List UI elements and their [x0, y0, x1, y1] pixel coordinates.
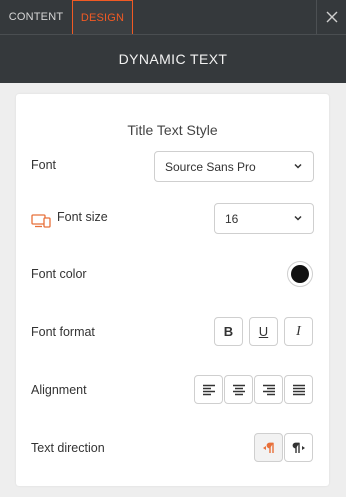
text-direction-label: Text direction: [31, 441, 105, 455]
font-label: Font: [31, 158, 57, 172]
font-size-value: 16: [225, 211, 239, 226]
close-button[interactable]: [316, 0, 346, 34]
text-direction-ltr-icon: [292, 442, 305, 453]
align-left-button[interactable]: [194, 375, 223, 404]
design-panel: CONTENT DESIGN DYNAMIC TEXT Title Text S…: [0, 0, 346, 497]
chevron-down-icon: [294, 215, 302, 221]
direction-rtl-button[interactable]: [254, 433, 283, 462]
font-color-dot: [291, 265, 309, 283]
panel-header: DYNAMIC TEXT: [0, 35, 346, 83]
italic-icon: I: [296, 323, 301, 339]
style-card: Title Text Style Font Source Sans Pro Fo…: [16, 94, 329, 486]
chevron-down-icon: [294, 163, 302, 169]
font-select[interactable]: Source Sans Pro: [154, 151, 314, 182]
underline-icon: U: [258, 324, 269, 339]
panel-title: DYNAMIC TEXT: [118, 51, 228, 67]
italic-button[interactable]: I: [284, 317, 313, 346]
bold-icon: B: [223, 324, 234, 339]
tab-content[interactable]: CONTENT: [0, 0, 72, 34]
close-icon: [326, 11, 337, 23]
bold-button[interactable]: B: [214, 317, 243, 346]
align-right-icon: [262, 384, 275, 395]
align-justify-button[interactable]: [284, 375, 313, 404]
align-justify-icon: [292, 384, 305, 395]
direction-ltr-button[interactable]: [284, 433, 313, 462]
font-size-label: Font size: [57, 210, 108, 224]
section-title: Title Text Style: [127, 122, 218, 138]
align-center-button[interactable]: [224, 375, 253, 404]
font-size-select[interactable]: 16: [214, 203, 314, 234]
alignment-label: Alignment: [31, 383, 87, 397]
devices-icon: [31, 214, 51, 228]
underline-button[interactable]: U: [249, 317, 278, 346]
align-left-icon: [202, 384, 215, 395]
text-direction-rtl-icon: [262, 442, 274, 453]
tab-bar: CONTENT DESIGN: [0, 0, 346, 34]
align-center-icon: [232, 384, 245, 395]
font-color-label: Font color: [31, 267, 87, 281]
tab-design[interactable]: DESIGN: [72, 0, 133, 34]
align-right-button[interactable]: [254, 375, 283, 404]
font-color-picker[interactable]: [287, 261, 313, 287]
font-select-value: Source Sans Pro: [165, 159, 256, 174]
font-format-label: Font format: [31, 325, 95, 339]
